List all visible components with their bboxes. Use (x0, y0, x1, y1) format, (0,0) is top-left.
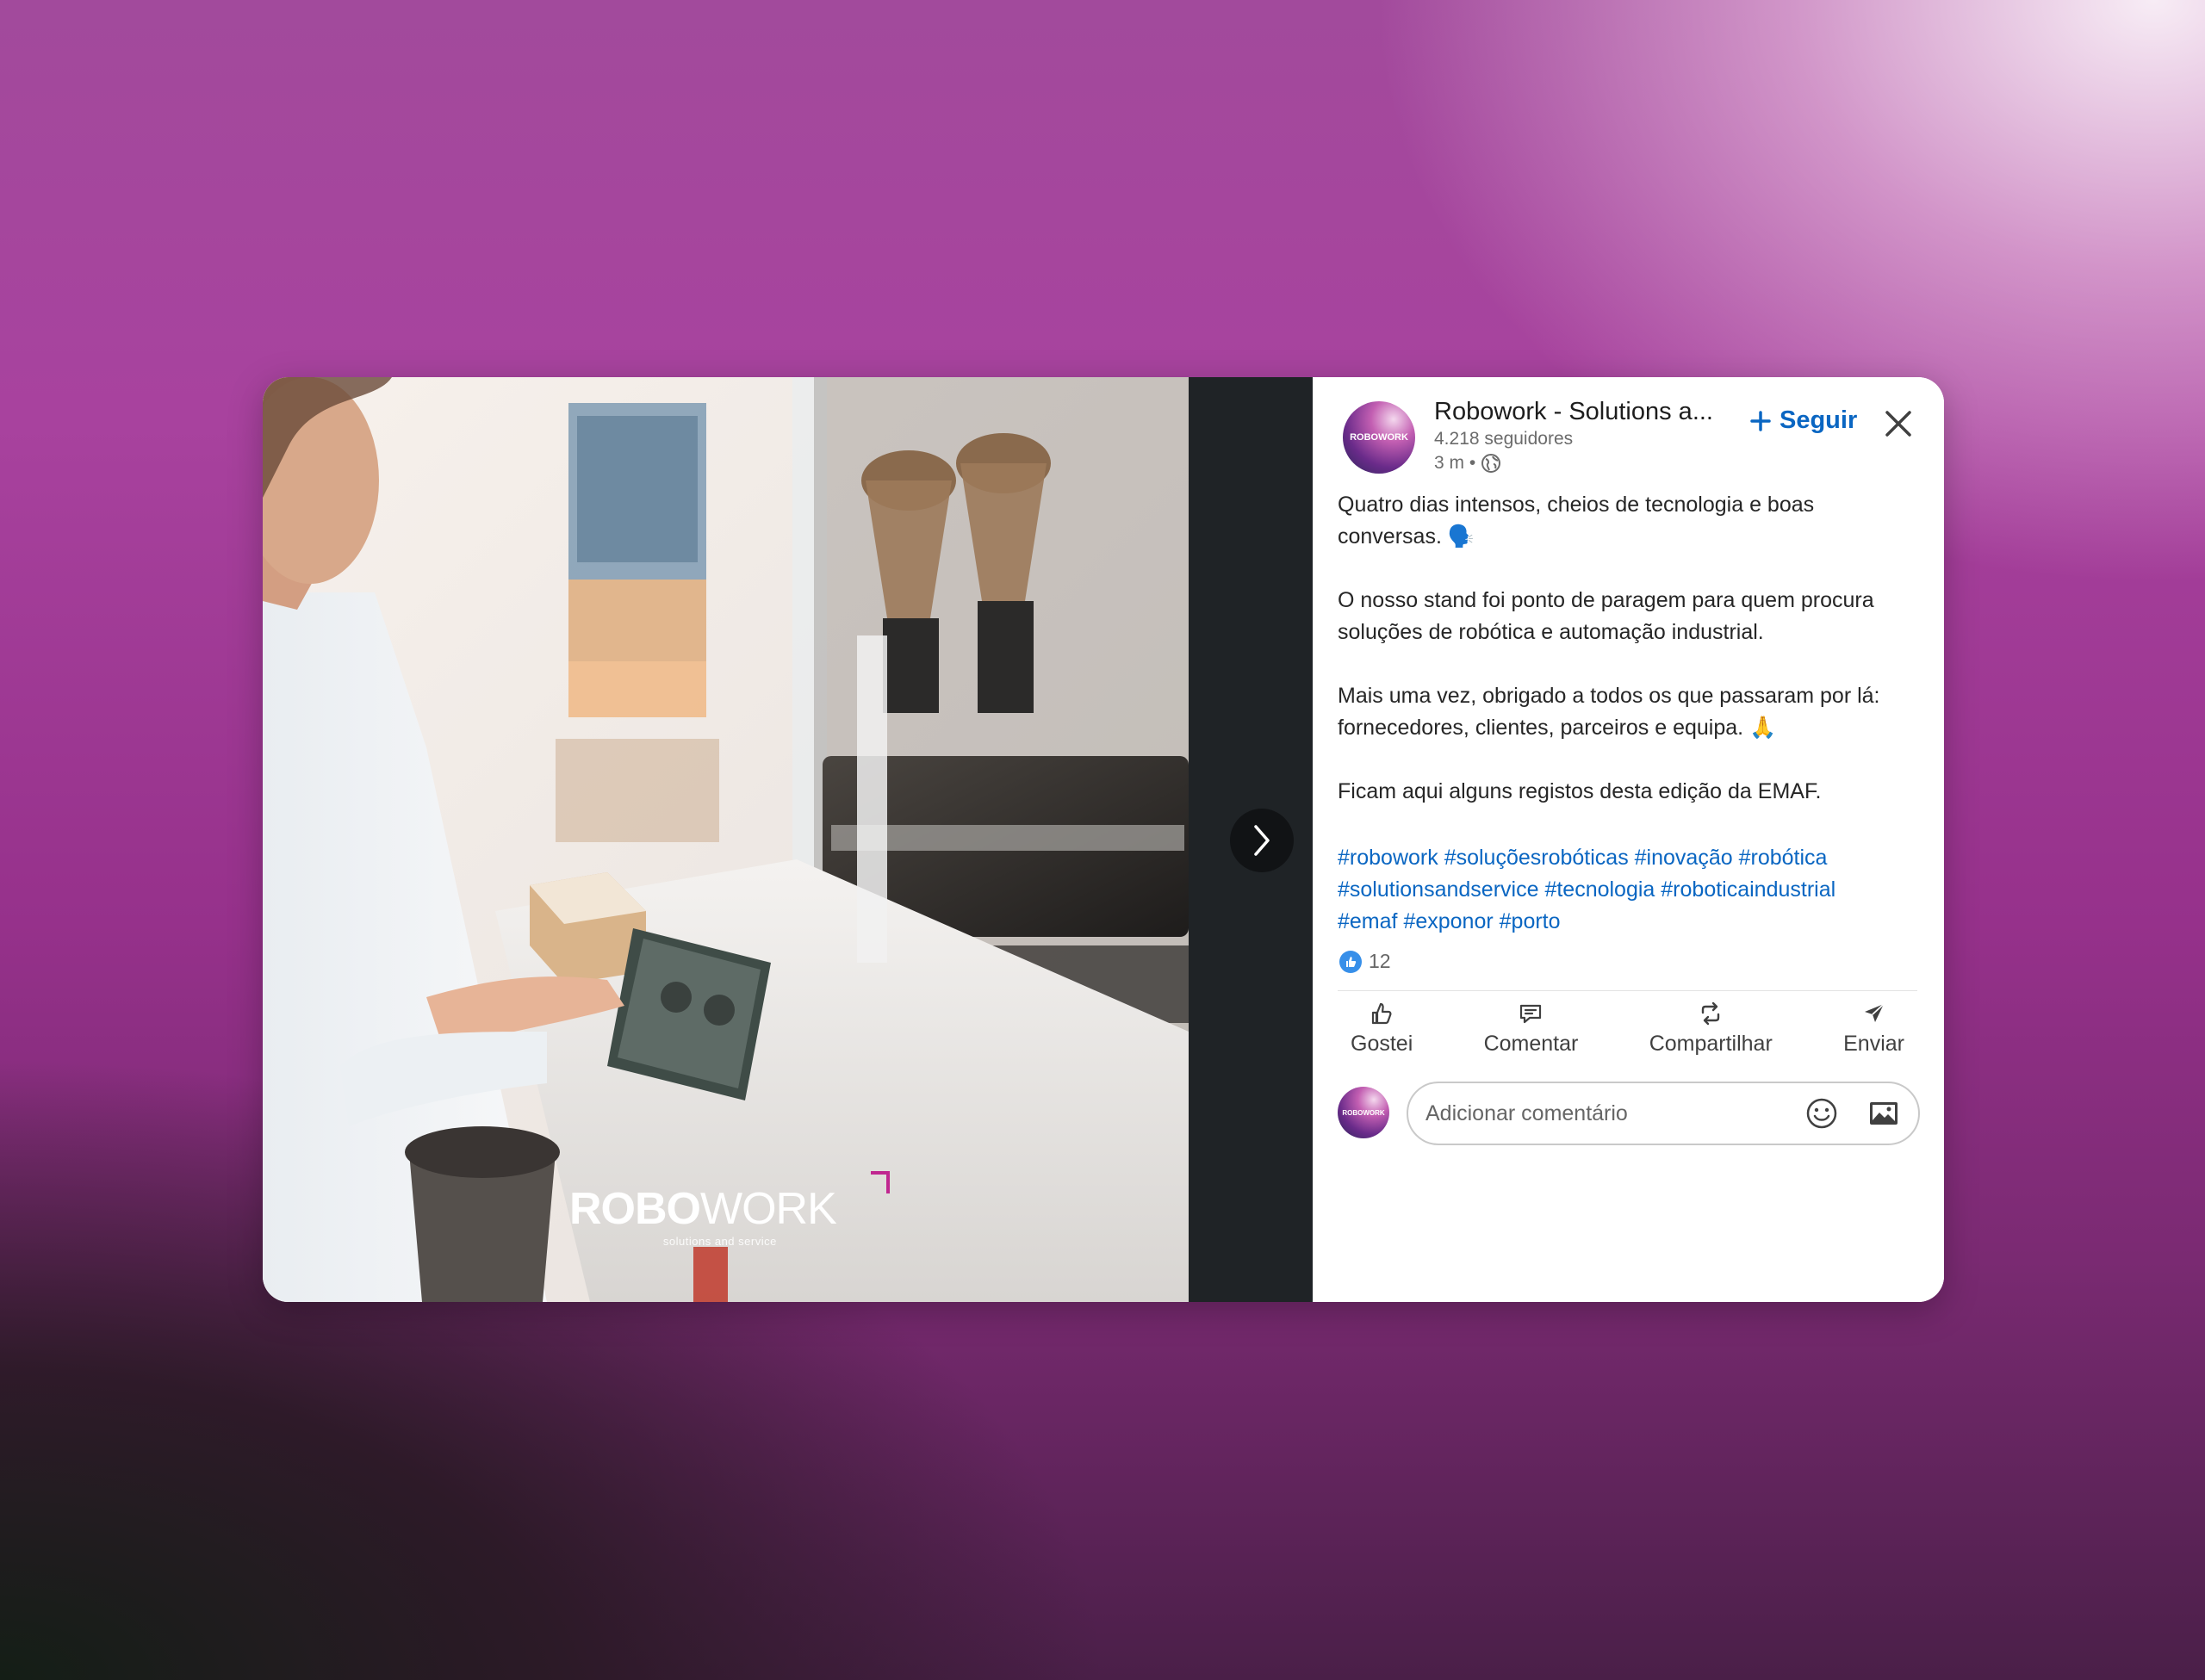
post-paragraph: Quatro dias intensos, cheios de tecnolog… (1338, 493, 1815, 549)
media-pane: ROBOWORK solutions and service (263, 377, 1313, 1302)
post-actions-bar: Gostei Comentar Compartilhar Enviar (1338, 1001, 1917, 1057)
repost-label: Compartilhar (1649, 1032, 1773, 1056)
close-icon (1885, 411, 1911, 437)
post-meta: 3 m • (1434, 453, 1501, 474)
follow-button[interactable]: Seguir (1750, 406, 1857, 435)
hashtag-link[interactable]: #emaf (1338, 909, 1397, 933)
commenter-avatar: ROBOWORK (1338, 1087, 1389, 1138)
commenter-avatar-text: ROBOWORK (1342, 1108, 1385, 1117)
emoji-icon (1806, 1098, 1837, 1129)
like-label: Gostei (1351, 1032, 1413, 1056)
repost-button[interactable]: Compartilhar (1637, 1001, 1786, 1057)
comment-icon (1520, 1004, 1542, 1024)
send-label: Enviar (1843, 1032, 1904, 1056)
post-paragraph: Mais uma vez, obrigado a todos os que pa… (1338, 684, 1880, 740)
post-paragraph: O nosso stand foi ponto de paragem para … (1338, 588, 1874, 644)
hashtag-link[interactable]: #robótica (1739, 846, 1828, 870)
hashtag-link[interactable]: #roboticaindustrial (1661, 877, 1835, 902)
reactions-summary[interactable]: 12 (1339, 950, 1391, 973)
hashtag-link[interactable]: #inovação (1635, 846, 1733, 870)
like-icon (1372, 1002, 1392, 1025)
comment-box (1407, 1082, 1920, 1145)
like-button[interactable]: Gostei (1338, 1001, 1425, 1057)
next-image-button[interactable] (1230, 809, 1294, 872)
actions-divider (1338, 990, 1917, 991)
hashtag-link[interactable]: #porto (1500, 909, 1561, 933)
like-reaction-icon (1339, 950, 1362, 973)
close-button[interactable] (1879, 405, 1917, 443)
comment-button[interactable]: Comentar (1471, 1001, 1592, 1057)
emoji-button[interactable] (1803, 1094, 1841, 1132)
author-name[interactable]: Robowork - Solutions a... (1434, 398, 1713, 426)
plus-icon (1750, 410, 1771, 431)
image-icon (1870, 1102, 1898, 1125)
watermark-tagline: solutions and service (662, 1235, 777, 1248)
post-time: 3 m • (1434, 453, 1476, 473)
hashtag-link[interactable]: #robowork (1338, 846, 1438, 870)
robowork-watermark: ROBOWORK solutions and service (569, 1171, 890, 1248)
globe-icon (1481, 454, 1501, 473)
photo-illustration (263, 377, 1189, 1302)
author-avatar[interactable]: ROBOWORK (1343, 401, 1415, 474)
hashtag-link[interactable]: #tecnologia (1544, 877, 1655, 902)
send-icon (1864, 1003, 1885, 1022)
avatar-logo-text: ROBOWORK (1350, 432, 1408, 443)
reactions-count: 12 (1369, 950, 1391, 972)
post-paragraph: Ficam aqui alguns registos desta edição … (1338, 779, 1822, 803)
post-body: Quatro dias intensos, cheios de tecnolog… (1338, 489, 1923, 840)
post-photo[interactable]: ROBOWORK solutions and service (263, 377, 1189, 1302)
send-button[interactable]: Enviar (1830, 1001, 1917, 1057)
hashtag-link[interactable]: #exponor (1403, 909, 1493, 933)
comment-label: Comentar (1483, 1032, 1579, 1056)
post-viewer-modal: ROBOWORK solutions and service ROBOWORK … (263, 377, 1944, 1302)
hashtag-link[interactable]: #soluçõesrobóticas (1444, 846, 1629, 870)
post-details-panel: ROBOWORK Robowork - Solutions a... 4.218… (1313, 377, 1944, 1302)
repost-icon (1702, 1001, 1720, 1026)
robowork-logo-mark (871, 1171, 890, 1193)
author-followers: 4.218 seguidores (1434, 429, 1574, 449)
hashtag-link[interactable]: #solutionsandservice (1338, 877, 1538, 902)
watermark-wordmark: ROBOWORK (569, 1184, 837, 1234)
chevron-right-icon (1254, 825, 1270, 856)
comment-input[interactable] (1424, 1100, 1779, 1127)
image-button[interactable] (1865, 1094, 1903, 1132)
post-hashtags: #robowork #soluçõesrobóticas #inovação #… (1338, 842, 1932, 938)
follow-label: Seguir (1780, 406, 1858, 434)
